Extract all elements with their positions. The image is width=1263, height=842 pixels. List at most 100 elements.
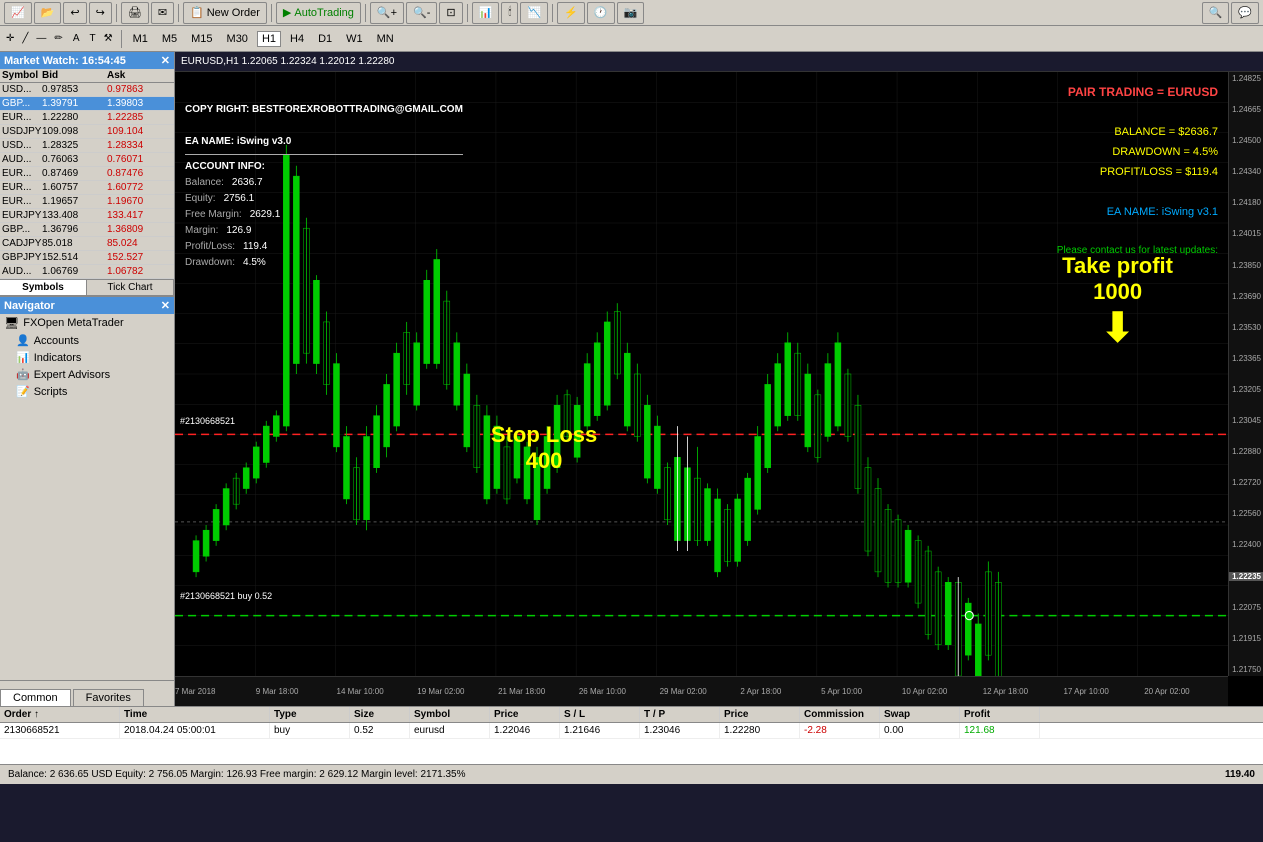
market-watch-row[interactable]: EUR... 1.60757 1.60772 [0,181,174,195]
period-d1[interactable]: D1 [313,31,337,47]
order-time: 2018.04.24 05:00:01 [120,723,270,738]
period-mn[interactable]: MN [372,31,399,47]
print-button[interactable]: 🖨 [121,2,149,24]
price-tick: 1.22560 [1229,509,1263,518]
clock-button[interactable]: 🕐 [587,2,615,24]
period-m1[interactable]: M1 [128,31,153,47]
market-watch-close[interactable]: ✕ [161,54,170,67]
navigator-close[interactable]: ✕ [161,299,170,312]
new-chart-icon: 📈 [11,6,25,19]
account-info-rows: Balance:2636.7Equity:2756.1Free Margin:2… [185,175,463,271]
separator-5 [467,4,468,22]
autotrading-button[interactable]: ▶ AutoTrading [276,2,361,24]
tab-common[interactable]: Common [0,689,71,706]
mw-bid: 1.28325 [42,140,107,151]
time-tick: 2 Apr 18:00 [740,687,781,696]
period-m15[interactable]: M15 [186,31,217,47]
screenshot-button[interactable]: 📷 [617,2,645,24]
time-tick: 21 Mar 18:00 [498,687,545,696]
take-profit-label: Take profit [1062,253,1173,279]
orders-header: Order ↑ Time Type Size Symbol Price S / … [0,707,1263,723]
period-m30[interactable]: M30 [222,31,253,47]
new-order-button[interactable]: 📋 New Order [183,2,267,24]
market-watch-row[interactable]: EUR... 0.87469 0.87476 [0,167,174,181]
separator-4 [365,4,366,22]
col-tp: T / P [640,707,720,722]
order-symbol: eurusd [410,723,490,738]
nav-tree-item-expert-advisors[interactable]: 🤖Expert Advisors [0,366,174,383]
mw-ask: 1.22285 [107,112,172,123]
tab-favorites[interactable]: Favorites [73,689,144,706]
zoom-out-button[interactable]: 🔍- [406,2,437,24]
market-watch-row[interactable]: EUR... 1.22280 1.22285 [0,111,174,125]
period-h4[interactable]: H4 [285,31,309,47]
market-watch-row[interactable]: EURJPY 133.408 133.417 [0,209,174,223]
nav-item-label: Expert Advisors [34,369,110,381]
period-w1[interactable]: W1 [341,31,368,47]
market-watch-row[interactable]: USD... 0.97853 0.97863 [0,83,174,97]
market-watch-row[interactable]: GBP... 1.36796 1.36809 [0,223,174,237]
new-chart-button[interactable]: 📈 [4,2,32,24]
market-watch-row[interactable]: EUR... 1.19657 1.19670 [0,195,174,209]
table-row[interactable]: 2130668521 2018.04.24 05:00:01 buy 0.52 … [0,723,1263,739]
account-info-row: Profit/Loss:119.4 [185,239,463,255]
chart-info-right: PAIR TRADING = EURUSD BALANCE = $2636.7 … [1057,82,1218,260]
nav-item-root[interactable]: 🖥FXOpen MetaTrader [0,314,174,332]
chart-area[interactable]: EURUSD,H1 1.22065 1.22324 1.22012 1.2228… [175,52,1263,706]
market-watch-columns: Symbol Bid Ask [0,69,174,83]
nav-tree-item-accounts[interactable]: 👤Accounts [0,332,174,349]
market-watch-row[interactable]: USDJPY 109.098 109.104 [0,125,174,139]
market-watch-tabs: Symbols Tick Chart [0,279,174,296]
mw-bid: 1.06769 [42,266,107,277]
nav-tree-item-indicators[interactable]: 📊Indicators [0,349,174,366]
fit-button[interactable]: ⊡ [439,2,462,24]
col-price: Price [490,707,560,722]
order-size: 0.52 [350,723,410,738]
bar-chart-button[interactable]: 📊 [472,2,500,24]
col-time: Time [120,707,270,722]
market-watch-row[interactable]: AUD... 1.06769 1.06782 [0,265,174,279]
market-watch-row[interactable]: GBPJPY 152.514 152.527 [0,251,174,265]
mw-bid: 1.36796 [42,224,107,235]
account-info-title: ACCOUNT INFO: [185,159,463,175]
ea-name-left: EA NAME: iSwing v3.0 [185,134,463,150]
open-button[interactable]: 📂 [34,2,62,24]
toolbar-top-row: 📈 📂 ↩ ↪ 🖨 ✉ 📋 New Order ▶ AutoTrading 🔍+… [0,0,1263,26]
redo-button[interactable]: ↪ [89,2,112,24]
info-row-label: Equity: [185,191,216,207]
nav-tree-item-scripts[interactable]: 📝Scripts [0,383,174,400]
market-watch-row[interactable]: CADJPY 85.018 85.024 [0,237,174,251]
drawdown-label: DRAWDOWN = 4.5% [1057,143,1218,163]
undo-button[interactable]: ↩ [63,2,86,24]
mw-ask: 0.97863 [107,84,172,95]
col-size: Size [350,707,410,722]
line-chart-button[interactable]: 📉 [520,2,548,24]
mw-ask: 0.87476 [107,168,172,179]
mw-symbol: EUR... [2,168,42,179]
market-watch-row[interactable]: USD... 1.28325 1.28334 [0,139,174,153]
tab-symbols[interactable]: Symbols [0,280,87,295]
navigator-items: 🖥FXOpen MetaTrader👤Accounts📊Indicators🤖E… [0,314,174,400]
mw-symbol: USD... [2,84,42,95]
price-tick: 1.24015 [1229,229,1263,238]
balance-label: BALANCE = $2636.7 [1057,123,1218,143]
chat-button[interactable]: 💬 [1231,2,1259,24]
mail-button[interactable]: ✉ [151,2,174,24]
market-watch-row[interactable]: AUD... 0.76063 0.76071 [0,153,174,167]
time-tick: 12 Apr 18:00 [983,687,1028,696]
zoom-in-button[interactable]: 🔍+ [370,2,404,24]
price-tick: 1.23045 [1229,416,1263,425]
candle-button[interactable]: 🕯 [501,2,518,24]
price-tick: 1.24180 [1229,198,1263,207]
period-m5[interactable]: M5 [157,31,182,47]
price-tick: 1.22720 [1229,478,1263,487]
tab-tick-chart[interactable]: Tick Chart [87,280,174,295]
indicators-button[interactable]: ⚡ [557,2,585,24]
period-h1[interactable]: H1 [257,31,281,47]
market-watch-row[interactable]: GBP... 1.39791 1.39803 [0,97,174,111]
separator-1 [116,4,117,22]
hline-icon: — [34,33,48,44]
price-tick: 1.24825 [1229,74,1263,83]
search-button[interactable]: 🔍 [1202,2,1230,24]
order-price-current: 1.22280 [720,723,800,738]
